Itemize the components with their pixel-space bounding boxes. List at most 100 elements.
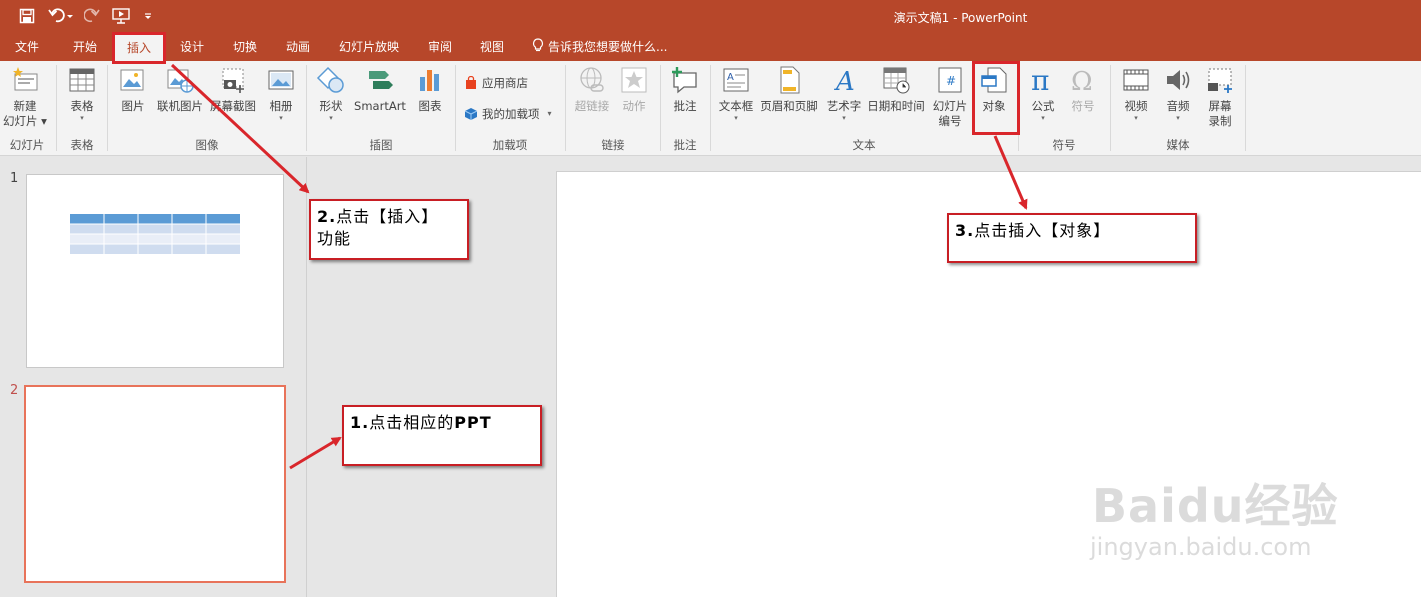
header-footer-label: 页眉和页脚 [760,99,818,113]
action-label: 动作 [622,99,646,113]
symbol-button[interactable]: Ω 符号 [1066,65,1100,114]
photo-album-label: 相册 [269,99,293,113]
slide-thumbnail-2[interactable] [24,385,286,583]
group-divider [1245,65,1246,151]
step3-callout: 3.点击插入【对象】 [947,213,1197,263]
slide-number-label-2: 编号 [938,114,962,128]
slide-thumbnail-pane[interactable]: 1 2 [0,157,307,597]
group-label-slides: 幻灯片 [9,138,45,152]
caret-icon: ▾ [842,114,846,122]
new-slide-button[interactable]: 新建 幻灯片 ▾ [2,65,48,129]
comment-icon [672,67,697,94]
group-divider [56,65,57,151]
tell-me-box[interactable]: 告诉我您想要做什么... [532,33,667,61]
action-button[interactable]: 动作 [616,65,652,114]
textbox-button[interactable]: A 文本框 ▾ [716,65,756,122]
table-icon [69,68,95,92]
comment-label: 批注 [673,99,697,113]
equation-button[interactable]: π 公式 ▾ [1026,65,1060,122]
step2-callout: 2.点击【插入】 功能 [309,199,469,260]
group-label-media: 媒体 [1166,138,1190,152]
tab-animations[interactable]: 动画 [279,33,317,61]
svg-text:π: π [1031,65,1049,95]
online-picture-button[interactable]: 联机图片 [155,65,205,114]
new-slide-label-1: 新建 [13,99,37,113]
picture-icon [120,69,144,91]
screen-recording-button[interactable]: 屏幕 录制 [1202,65,1238,129]
my-addins-icon [464,108,478,120]
tab-transitions[interactable]: 切换 [226,33,264,61]
shapes-icon [316,66,344,93]
slide-thumbnail-1[interactable] [26,174,284,368]
textbox-label: 文本框 [718,99,754,113]
date-time-label: 日期和时间 [867,99,925,113]
step1-text: 点击相应的 [369,413,455,432]
caret-icon: ▾ [329,114,333,122]
step1-callout: 1.点击相应的PPT [342,405,542,466]
slide-number-button[interactable]: # 幻灯片 编号 [930,65,970,129]
slide-number-label-1: 幻灯片 [932,99,968,113]
caret-icon: ▾ [80,114,84,122]
my-addins-label: 我的加载项 [482,107,540,121]
svg-text:Ω: Ω [1071,67,1093,95]
video-button[interactable]: 视频 ▾ [1118,65,1154,122]
caret-icon: ▾ [1134,114,1138,122]
group-label-images: 图像 [195,138,219,152]
textbox-icon: A [723,68,749,92]
screenshot-button[interactable]: 屏幕截图 [208,65,258,114]
group-label-tables: 表格 [70,138,94,152]
highlight-object-button [972,61,1020,135]
table-label: 表格 [70,99,94,113]
film-icon [1123,69,1149,91]
slide-number-1: 1 [10,171,19,186]
header-footer-button[interactable]: 页眉和页脚 [758,65,820,114]
my-addins-button[interactable]: 我的加载项 ▾ [464,104,552,124]
smartart-label: SmartArt [354,99,406,113]
store-button[interactable]: 应用商店 [464,73,528,93]
group-label-addins: 加载项 [492,138,528,152]
comment-button[interactable]: 批注 [666,65,704,114]
date-time-button[interactable]: 日期和时间 [864,65,928,114]
new-slide-label-2: 幻灯片 ▾ [3,114,47,128]
chart-icon [420,70,439,91]
group-label-illustrations: 插图 [369,138,393,152]
smartart-button[interactable]: SmartArt [352,65,408,114]
picture-label: 图片 [121,99,145,113]
action-icon [621,67,647,93]
speaker-icon [1167,70,1190,90]
photo-album-icon [268,70,294,90]
table-thumbnail-graphic [70,214,240,254]
online-picture-icon [167,69,194,93]
group-label-symbols: 符号 [1052,138,1076,152]
tab-home[interactable]: 开始 [66,33,104,61]
tab-design[interactable]: 设计 [173,33,211,61]
photo-album-button[interactable]: 相册 ▾ [262,65,300,122]
new-slide-icon [13,67,38,91]
tab-view[interactable]: 视图 [473,33,511,61]
wordart-button[interactable]: A 艺术字 ▾ [824,65,864,122]
svg-text:A: A [834,67,855,95]
group-label-comments: 批注 [673,138,697,152]
picture-button[interactable]: 图片 [114,65,152,114]
shapes-button[interactable]: 形状 ▾ [312,65,350,122]
tab-file[interactable]: 文件 [8,33,46,61]
step2-text-line2: 功能 [317,229,352,248]
hyperlink-button[interactable]: 超链接 [570,65,614,114]
screenshot-label: 屏幕截图 [210,99,256,113]
step1-bold-text: PPT [454,413,492,432]
slide-number-icon: # [938,67,962,93]
tab-review[interactable]: 审阅 [421,33,459,61]
store-label: 应用商店 [482,76,528,90]
chart-button[interactable]: 图表 [412,65,448,114]
audio-button[interactable]: 音频 ▾ [1160,65,1196,122]
calendar-clock-icon [883,67,910,94]
symbol-label: 符号 [1071,99,1095,113]
table-button[interactable]: 表格 ▾ [62,65,102,122]
highlight-insert-tab [112,32,166,64]
tab-slideshow[interactable]: 幻灯片放映 [333,33,405,61]
caret-icon: ▾ [1041,114,1045,122]
screen-recording-icon [1208,68,1232,93]
tell-me-text: 告诉我您想要做什么... [548,40,668,54]
wordart-icon: A [834,67,855,95]
store-icon [466,76,476,89]
